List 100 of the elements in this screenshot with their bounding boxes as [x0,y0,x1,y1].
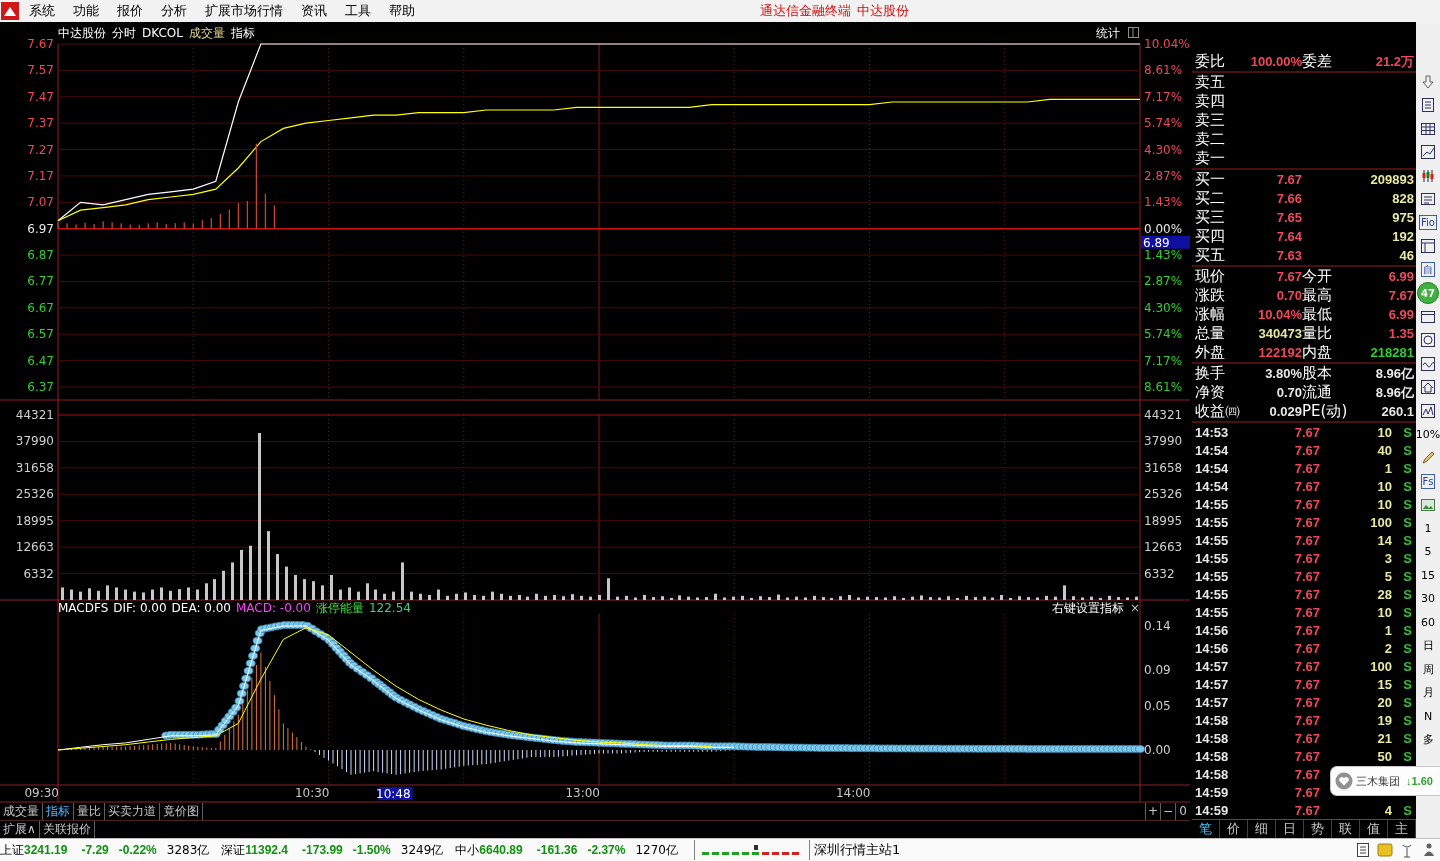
cursor-price-label: 6.89 [1141,235,1190,250]
legend-item: 涨停能量 [315,601,364,615]
volume-bar [142,592,145,600]
image-icon[interactable] [1420,496,1436,513]
volume-bar [222,570,225,600]
period-button[interactable]: 5 [1424,545,1432,559]
toolbar-button[interactable]: Fio [1419,215,1437,231]
volume-bar [839,596,842,600]
index-amount: 3283亿 [166,841,210,859]
volume-bar [1126,597,1129,600]
trade-time: 14:53 [1195,424,1230,440]
bid-volume: 975 [1391,210,1414,225]
volume-bar [321,585,324,600]
bid-volume: 192 [1391,229,1414,244]
volume-bar [151,589,154,600]
menu-item[interactable]: 分析 [152,2,196,20]
trade-side: S [1402,712,1412,728]
menu-item[interactable]: 功能 [64,2,108,20]
volume-bar [920,595,923,600]
close-button[interactable]: × [1130,601,1141,615]
axis-label: 8.61% [1144,63,1183,78]
volume-bar [1000,595,1003,600]
volume-bar [643,595,646,600]
volume-bar [562,596,565,600]
menu-item[interactable]: 资讯 [292,2,336,20]
table-icon[interactable] [1420,238,1436,255]
chart-tab[interactable]: 指标 [43,803,74,820]
trade-volume: 1 [1383,622,1392,638]
quote-value: 10.04% [1256,307,1302,322]
index-amount: 3249亿 [400,841,444,859]
stats-button[interactable]: 统计 [1096,26,1120,40]
volume-bar [70,589,73,600]
bid-price: 7.63 [1275,248,1302,263]
period-button[interactable]: 日 [1422,638,1434,654]
period-button[interactable]: 60 [1421,615,1435,629]
trade-volume: 4 [1383,802,1392,818]
menu-item[interactable]: 扩展市场行情 [196,2,292,20]
menu-item[interactable]: 工具 [336,2,380,20]
toolbar-button[interactable]: 自 [1421,262,1435,278]
volume-bar [723,597,726,600]
stock-alert-popup[interactable]: 三木集团 ↓1.60 [1330,766,1440,796]
volume-bar [670,597,673,600]
volume-bar [410,591,413,600]
chart-tab[interactable]: 量比 [74,803,105,820]
volume-bar [1036,597,1039,600]
axis-label: 25326 [15,487,54,502]
period-button[interactable]: 多 [1422,732,1434,748]
pencil-icon[interactable] [1420,449,1436,466]
volume-bar [124,589,127,600]
index-change: -161.36 [536,843,578,857]
trade-time: 14:56 [1195,640,1230,656]
axis-label: 10.04% [1144,37,1190,51]
trade-volume: 2 [1383,640,1392,656]
chart-tab[interactable]: 竟价图 [160,803,203,820]
zoom-button[interactable]: + [1145,803,1160,820]
candlestick-icon[interactable] [1420,167,1436,184]
volume-bar [768,597,771,600]
volume-bar [974,597,977,600]
house-icon[interactable] [1420,379,1436,396]
menu-item[interactable]: 帮助 [380,2,424,20]
trade-side: S [1402,586,1412,602]
zoom-button[interactable]: − [1160,803,1175,820]
period-button[interactable]: N [1423,709,1433,723]
document-icon[interactable] [1355,842,1371,858]
grid-icon[interactable] [1420,120,1436,137]
line-chart-icon[interactable] [1420,144,1436,161]
period-button[interactable]: 10% [1415,427,1440,441]
trade-side: S [1402,532,1412,548]
down-arrow-icon[interactable] [1420,73,1436,90]
document-icon[interactable] [1420,97,1436,114]
menu-item[interactable]: 报价 [108,2,152,20]
chart-tab[interactable]: 买卖力道 [105,803,160,820]
zoom-button[interactable]: 0 [1175,803,1190,820]
person-icon[interactable] [1421,842,1437,858]
volume-bar [732,596,735,600]
chart-tab[interactable]: 成交量 [0,803,43,820]
trade-side: S [1402,568,1412,584]
window-icon[interactable] [1420,308,1436,325]
trade-time: 14:55 [1195,550,1230,566]
list-icon[interactable] [1420,191,1436,208]
quote-value: 340473 [1257,326,1302,341]
period-button[interactable]: 月 [1422,685,1434,701]
zigzag-icon[interactable] [1420,402,1436,419]
message-icon[interactable] [1377,842,1393,858]
period-button[interactable]: 15 [1421,568,1435,582]
period-button[interactable]: 周 [1422,661,1434,677]
index-value: 3241.19 [24,843,68,857]
quote-label: 卖五 [1195,73,1226,92]
trade-price: 7.67 [1293,532,1320,548]
volume-bar [231,562,234,600]
toolbar-button[interactable]: Fs [1420,473,1436,489]
menu-item[interactable]: 系统 [20,2,64,20]
volume-bar [795,596,798,600]
period-button[interactable]: 1 [1424,521,1432,535]
wave-icon[interactable] [1420,355,1436,372]
volume-bar [866,596,869,600]
volume-bar [947,596,950,600]
volume-bar [205,583,208,600]
volume-bar [741,595,744,600]
period-button[interactable]: 30 [1421,592,1435,606]
